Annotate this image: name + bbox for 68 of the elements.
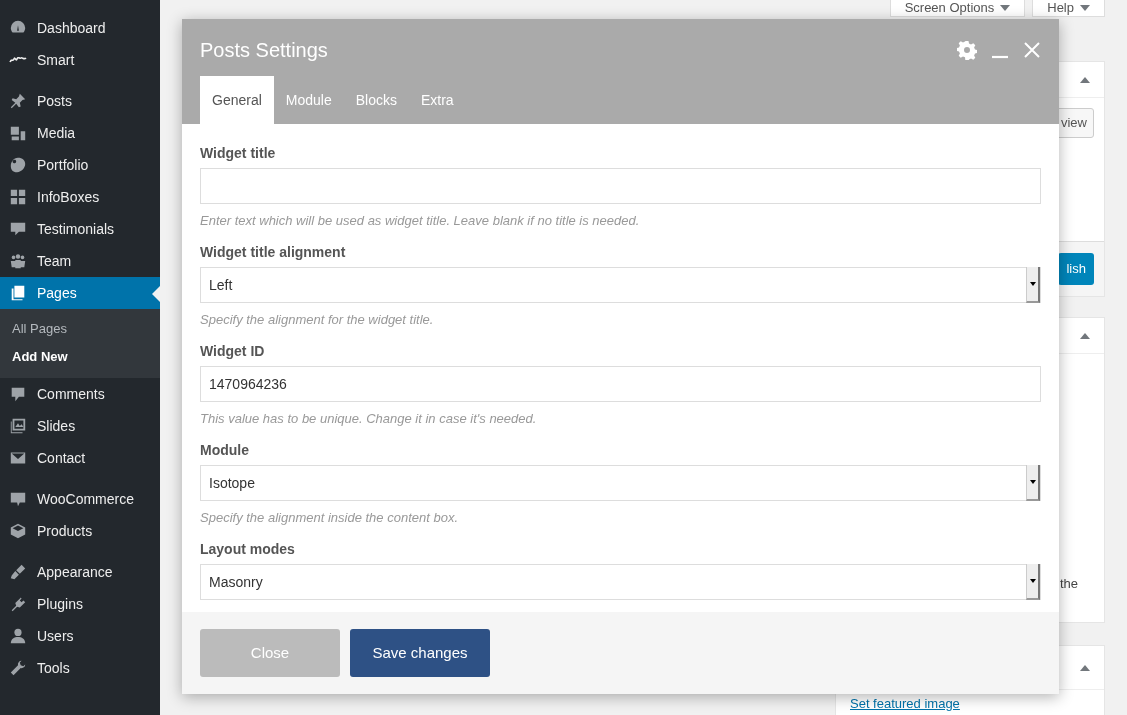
- text-field[interactable]: 1470964236: [200, 366, 1041, 402]
- speech-bubble-icon: [9, 220, 27, 238]
- plug-icon: [9, 595, 27, 613]
- people-icon: [9, 252, 27, 270]
- sidebar-item[interactable]: Users: [0, 620, 160, 652]
- sidebar-item[interactable]: Comments: [0, 378, 160, 410]
- sidebar-item[interactable]: Tools: [0, 652, 160, 684]
- field-label: Widget title alignment: [200, 243, 347, 261]
- sidebar-item[interactable]: Products: [0, 515, 160, 547]
- collapse-arrow-icon[interactable]: [1080, 664, 1090, 671]
- collapse-arrow-icon[interactable]: [1080, 332, 1090, 339]
- sidebar-item[interactable]: Portfolio: [0, 149, 160, 181]
- palette-icon: [9, 156, 27, 174]
- close-icon[interactable]: [1023, 41, 1041, 59]
- sidebar-item[interactable]: InfoBoxes: [0, 181, 160, 213]
- sidebar-item[interactable]: Pages: [0, 277, 160, 309]
- grid-icon: [9, 188, 27, 206]
- text-field[interactable]: [200, 168, 1041, 204]
- sidebar-item[interactable]: Appearance: [0, 556, 160, 588]
- caret-icon: [1080, 4, 1090, 11]
- submenu-item[interactable]: All Pages: [0, 315, 160, 343]
- dialog-tab[interactable]: General: [200, 76, 274, 124]
- field-label: Widget title: [200, 144, 277, 162]
- pin-icon: [9, 92, 27, 110]
- field-label: Widget ID: [200, 342, 266, 360]
- sidebar-item[interactable]: Testimonials: [0, 213, 160, 245]
- sidebar-item[interactable]: WooCommerce: [0, 483, 160, 515]
- dropdown-field[interactable]: Left: [200, 267, 1041, 303]
- screen-tab[interactable]: Screen Options: [889, 0, 1026, 17]
- help-text: This value has to be unique. Change it in case it's needed.: [200, 410, 538, 428]
- caret-icon: [1029, 579, 1036, 583]
- gallery-icon: [9, 417, 27, 435]
- help-text: Enter text which will be used as widget title. Leave blank if no title is needed.: [200, 212, 641, 230]
- sidebar-item[interactable]: Contact: [0, 442, 160, 474]
- sidebar-item[interactable]: Team: [0, 245, 160, 277]
- sidebar-item[interactable]: Dashboard: [0, 12, 160, 44]
- save-button[interactable]: Save changes: [350, 629, 490, 677]
- pages-icon: [9, 284, 27, 302]
- submenu-item[interactable]: Add New: [0, 342, 160, 370]
- dialog-title: Posts Settings: [200, 38, 328, 63]
- dropdown-field[interactable]: Masonry: [200, 564, 1041, 600]
- field-label: Layout modes: [200, 540, 296, 558]
- dropdown-field[interactable]: Isotope: [200, 465, 1041, 501]
- store-badge-icon: [9, 490, 27, 508]
- logo-icon: [9, 56, 27, 64]
- box-text: the: [1059, 576, 1078, 591]
- caret-icon: [1029, 282, 1036, 286]
- collapse-arrow-icon[interactable]: [1080, 76, 1090, 83]
- set-featured-image-link[interactable]: Set featured image: [850, 696, 960, 711]
- caret-icon: [1029, 480, 1036, 484]
- comment-icon: [9, 385, 27, 403]
- field-label: Module: [200, 441, 250, 459]
- sidebar-item[interactable]: Media: [0, 117, 160, 149]
- publish-button[interactable]: lish: [1058, 253, 1094, 285]
- sidebar-item[interactable]: Posts: [0, 85, 160, 117]
- help-text: Specify the alignment for the widget title.: [200, 311, 435, 329]
- box-icon: [9, 522, 27, 540]
- sidebar-item[interactable]: Slides: [0, 410, 160, 442]
- wrench-icon: [9, 659, 27, 677]
- media-icon: [9, 124, 27, 142]
- settings-icon[interactable]: [957, 40, 977, 60]
- screen-tab[interactable]: Help: [1032, 0, 1105, 17]
- caret-icon: [1000, 4, 1011, 11]
- sidebar-item[interactable]: Smart: [0, 44, 160, 76]
- user-icon: [9, 627, 27, 645]
- help-text: Specify the alignment inside the content box.: [200, 509, 459, 527]
- sidebar-item[interactable]: Plugins: [0, 588, 160, 620]
- brush-icon: [9, 563, 27, 581]
